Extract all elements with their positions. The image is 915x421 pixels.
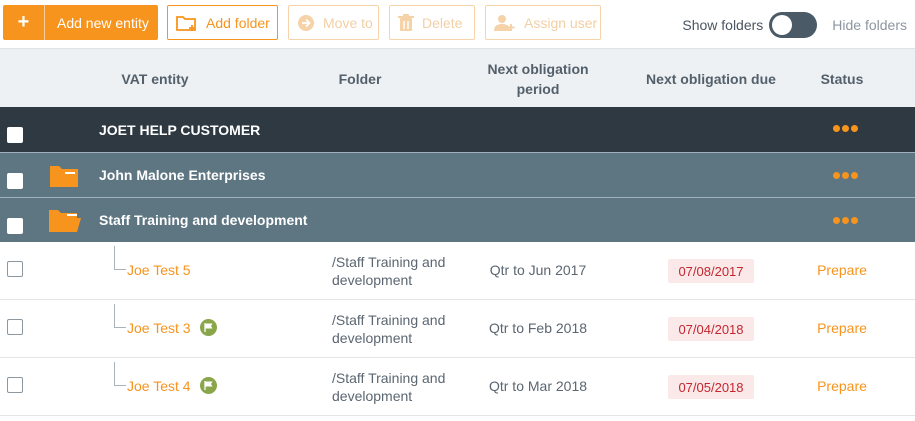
folder-row[interactable]: Staff Training and development xyxy=(0,197,915,242)
folder-name: Staff Training and development xyxy=(99,212,308,228)
obligation-period: Qtr to Mar 2018 xyxy=(488,378,588,394)
obligation-due-badge: 07/04/2018 xyxy=(668,317,754,341)
assign-user-label: Assign user xyxy=(524,14,598,31)
tree-connector xyxy=(114,304,126,328)
move-to-button[interactable]: Move to xyxy=(288,5,379,40)
tree-connector xyxy=(114,246,126,270)
toggle-knob xyxy=(772,15,793,35)
entity-row[interactable]: Joe Test 3 /Staff Training and developme… xyxy=(0,300,915,358)
row-checkbox[interactable] xyxy=(7,127,23,143)
prepare-link[interactable]: Prepare xyxy=(800,262,884,278)
add-folder-label: Add folder xyxy=(206,14,270,31)
more-options-icon[interactable] xyxy=(833,172,858,179)
prepare-link[interactable]: Prepare xyxy=(800,378,884,394)
more-options-icon[interactable] xyxy=(833,217,858,224)
entity-name: Joe Test 5 xyxy=(127,262,191,278)
add-new-entity-button[interactable]: + Add new entity xyxy=(3,5,158,40)
entity-row[interactable]: Joe Test 5 /Staff Training and developme… xyxy=(0,242,915,300)
entity-name-link[interactable]: Joe Test 5 xyxy=(127,262,191,278)
table-header: VAT entity Folder Next obligation period… xyxy=(0,48,915,107)
folder-path: /Staff Training and development xyxy=(332,254,446,288)
header-folder[interactable]: Folder xyxy=(320,49,400,108)
row-checkbox[interactable] xyxy=(7,173,23,189)
folder-open-icon xyxy=(47,207,83,239)
header-next-obligation-due[interactable]: Next obligation due xyxy=(628,49,794,108)
entity-name: Joe Test 3 xyxy=(127,319,191,336)
group-name: JOET HELP CUSTOMER xyxy=(99,122,261,138)
delete-button[interactable]: Delete xyxy=(389,5,475,40)
obligation-due-badge: 07/08/2017 xyxy=(668,259,754,283)
entity-name-link[interactable]: Joe Test 4 xyxy=(127,377,217,394)
entity-row[interactable]: Joe Test 4 /Staff Training and developme… xyxy=(0,358,915,416)
folder-path: /Staff Training and development xyxy=(332,370,446,404)
hide-folders-label: Hide folders xyxy=(832,17,907,33)
obligation-period: Qtr to Feb 2018 xyxy=(488,320,588,336)
show-folders-label: Show folders xyxy=(682,17,764,33)
obligation-period: Qtr to Jun 2017 xyxy=(489,262,587,278)
header-status[interactable]: Status xyxy=(802,49,882,108)
tree-connector xyxy=(114,362,126,386)
plus-icon: + xyxy=(3,5,45,40)
header-next-obligation-period[interactable]: Next obligation period xyxy=(470,49,606,108)
assign-user-button[interactable]: Assign user xyxy=(485,5,601,40)
row-checkbox[interactable] xyxy=(7,218,23,234)
folders-toggle-switch[interactable] xyxy=(769,12,818,38)
row-checkbox[interactable] xyxy=(7,319,23,335)
delete-label: Delete xyxy=(422,14,463,31)
folder-path: /Staff Training and development xyxy=(332,312,446,346)
entity-name: Joe Test 4 xyxy=(127,377,191,394)
folder-name: John Malone Enterprises xyxy=(99,167,266,183)
prepare-link[interactable]: Prepare xyxy=(800,320,884,336)
folder-row[interactable]: John Malone Enterprises xyxy=(0,152,915,197)
row-checkbox[interactable] xyxy=(7,377,23,393)
trash-icon xyxy=(398,13,414,32)
arrow-right-circle-icon xyxy=(297,14,315,32)
row-checkbox[interactable] xyxy=(7,261,23,277)
add-folder-button[interactable]: Add folder xyxy=(167,5,278,40)
flag-icon xyxy=(199,319,217,336)
more-options-icon[interactable] xyxy=(833,125,858,132)
obligation-due-badge: 07/05/2018 xyxy=(668,375,754,399)
move-to-label: Move to xyxy=(323,14,373,31)
folder-visibility-toggle-group: Show folders Hide folders xyxy=(682,12,907,38)
folder-add-icon xyxy=(176,14,198,32)
group-row[interactable]: JOET HELP CUSTOMER xyxy=(0,107,915,152)
toolbar: + Add new entity Add folder Move to Dele… xyxy=(0,0,915,48)
entity-name-link[interactable]: Joe Test 3 xyxy=(127,319,217,336)
header-vat-entity[interactable]: VAT entity xyxy=(90,49,220,108)
add-new-entity-label: Add new entity xyxy=(57,14,149,31)
flag-icon xyxy=(199,377,217,394)
folder-icon xyxy=(47,163,81,194)
user-add-icon xyxy=(494,14,516,32)
